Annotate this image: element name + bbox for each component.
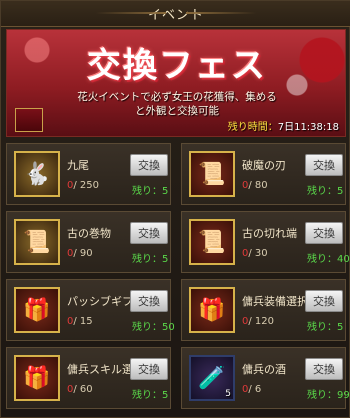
potion-bottle-icon[interactable]: 🧪 5 [189,355,235,401]
item-name: パッシブギフ [67,295,133,308]
item-required-count: / 250 [73,180,100,191]
exchange-button[interactable]: 交換 [305,290,343,312]
exchange-item-card: 📜 破魔の刃 0/ 80 交換残り：5 [181,143,346,205]
remaining-value: 5 [337,322,344,333]
exchange-item-card: 🧪5 傭兵の酒 0/ 6 交換残り：999 [181,347,350,409]
remaining-label: 残り： [132,186,162,197]
remaining-value: 50 [162,322,175,333]
remaining-count: 残り：5 [307,318,343,333]
item-name: 傭兵の酒 [242,363,286,376]
item-cost: 0/ 90 [67,248,93,259]
remaining-label: 残り： [307,390,337,401]
remaining-label: 残り： [132,322,162,333]
banner-description-line-2: と外観と交換可能 [135,105,219,117]
remaining-label: 残り： [307,322,337,333]
remaining-count: 残り：5 [132,182,168,197]
exchange-item-card: 🎁 傭兵装備選択 0/ 120 交換残り：5 [181,279,346,341]
title-ornament-right [186,12,256,14]
remaining-label: 残り： [307,254,337,265]
item-cost: 0/ 80 [242,180,268,191]
event-banner: 交換フェス 花火イベントで必ず女王の花獲得、集める と外観と交換可能 残り時間：… [6,29,346,137]
timer-label: 残り時間： [227,122,278,133]
scroll-fragment-icon[interactable]: 📜 [189,219,235,265]
remaining-label: 残り： [132,390,162,401]
item-name: 破魔の刃 [242,159,286,172]
ancient-scroll-icon[interactable]: 📜 [14,219,60,265]
remaining-value: 5 [337,186,344,197]
item-required-count: / 120 [248,316,275,327]
remaining-label: 残り： [307,186,337,197]
remaining-count: 残り：50 [132,318,175,333]
exchange-item-card: 🐇 九尾 0/ 250 交換残り：5 [6,143,171,205]
event-timer: 残り時間：7日11:38:18 [228,118,339,133]
gift-box-icon[interactable]: 🎁 [14,355,60,401]
title-ornament-left [96,12,166,14]
banner-description-line-1: 花火イベントで必ず女王の花獲得、集める [77,91,277,103]
item-cost: 0/ 6 [242,384,261,395]
remaining-value: 5 [162,186,169,197]
remaining-count: 残り：5 [132,250,168,265]
timer-value: 7日11:38:18 [277,122,339,133]
remaining-count: 残り：40 [307,250,350,265]
item-count-badge: 5 [225,389,231,399]
item-cost: 0/ 250 [67,180,99,191]
item-name: 古の切れ端 [242,227,297,240]
exchange-item-card: 🎁 傭兵スキル選 0/ 60 交換残り：5 [6,347,171,409]
remaining-count: 残り：999 [307,386,350,401]
remaining-label: 残り： [132,254,162,265]
item-name: 九尾 [67,159,89,172]
item-required-count: / 90 [73,248,93,259]
remaining-value: 5 [162,390,169,401]
exchange-button[interactable]: 交換 [130,222,168,244]
item-required-count: / 60 [73,384,93,395]
remaining-value: 40 [337,254,350,265]
exchange-item-card: 📜 古の巻物 0/ 90 交換残り：5 [6,211,171,273]
exchange-button[interactable]: 交換 [305,358,343,380]
remaining-count: 残り：5 [132,386,168,401]
rabbit-mount-icon[interactable]: 🐇 [14,151,60,197]
item-name: 傭兵装備選択 [242,295,308,308]
gift-box-icon[interactable]: 🎁 [14,287,60,333]
exchange-button[interactable]: 交換 [130,358,168,380]
exchange-button[interactable]: 交換 [130,290,168,312]
scroll-tablet-icon[interactable]: 📜 [189,151,235,197]
gift-decoration-icon [15,108,43,132]
gift-box-icon[interactable]: 🎁 [189,287,235,333]
banner-headline: 交換フェス [87,46,267,86]
remaining-count: 残り：5 [307,182,343,197]
item-required-count: / 30 [248,248,268,259]
item-required-count: / 6 [248,384,262,395]
exchange-button[interactable]: 交換 [130,154,168,176]
banner-description: 花火イベントで必ず女王の花獲得、集める と外観と交換可能 [7,90,345,118]
exchange-button[interactable]: 交換 [305,154,343,176]
exchange-item-card: 🎁 パッシブギフ 0/ 15 交換残り：50 [6,279,175,341]
title-bar: イベント [1,1,350,27]
event-window: イベント 交換フェス 花火イベントで必ず女王の花獲得、集める と外観と交換可能 … [0,0,350,418]
item-name: 古の巻物 [67,227,111,240]
remaining-value: 5 [162,254,169,265]
item-required-count: / 80 [248,180,268,191]
item-cost: 0/ 30 [242,248,268,259]
item-required-count: / 15 [73,316,93,327]
item-name: 傭兵スキル選 [67,363,133,376]
item-cost: 0/ 60 [67,384,93,395]
item-cost: 0/ 120 [242,316,274,327]
exchange-button[interactable]: 交換 [305,222,343,244]
remaining-value: 999 [337,390,350,401]
exchange-item-card: 📜 古の切れ端 0/ 30 交換残り：40 [181,211,350,273]
item-cost: 0/ 15 [67,316,93,327]
